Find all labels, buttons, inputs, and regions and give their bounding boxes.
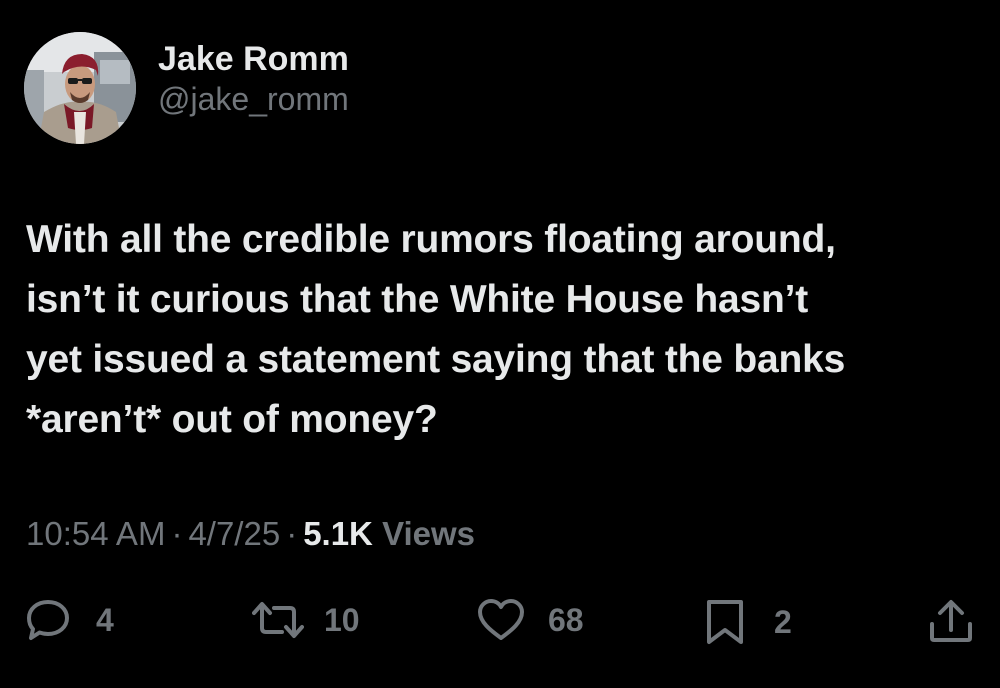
reply-button[interactable]: 4 bbox=[24, 598, 114, 642]
tweet-meta: 10:54 AM · 4/7/25 · 5.1K Views bbox=[26, 512, 475, 556]
tweet-card: Jake Romm @jake_romm With all the credib… bbox=[0, 0, 1000, 688]
heart-icon bbox=[478, 599, 524, 640]
tweet-text: With all the credible rumors floating ar… bbox=[26, 218, 846, 441]
repost-button[interactable]: 10 bbox=[252, 598, 360, 642]
meta-separator: · bbox=[286, 515, 298, 552]
tweet-time[interactable]: 10:54 AM bbox=[26, 515, 165, 552]
reply-icon bbox=[27, 600, 69, 640]
author-names: Jake Romm @jake_romm bbox=[158, 39, 349, 119]
views-label: Views bbox=[382, 515, 476, 552]
share-button[interactable] bbox=[928, 598, 974, 644]
action-bar: 4 10 68 2 bbox=[0, 598, 1000, 648]
reply-count: 4 bbox=[96, 602, 114, 638]
bookmark-count: 2 bbox=[774, 604, 792, 640]
share-icon bbox=[930, 600, 972, 642]
bookmark-button[interactable]: 2 bbox=[704, 598, 792, 646]
views-count: 5.1K bbox=[303, 515, 373, 552]
bookmark-icon bbox=[707, 600, 743, 644]
repost-count: 10 bbox=[324, 602, 360, 638]
display-name[interactable]: Jake Romm bbox=[158, 39, 349, 79]
avatar[interactable] bbox=[24, 32, 136, 144]
meta-separator: · bbox=[171, 515, 183, 552]
repost-icon bbox=[252, 602, 304, 638]
like-count: 68 bbox=[548, 602, 584, 638]
avatar-image bbox=[24, 32, 136, 144]
like-button[interactable]: 68 bbox=[476, 598, 584, 642]
author-header[interactable]: Jake Romm @jake_romm bbox=[24, 32, 349, 144]
user-handle[interactable]: @jake_romm bbox=[158, 79, 349, 119]
tweet-date[interactable]: 4/7/25 bbox=[188, 515, 280, 552]
